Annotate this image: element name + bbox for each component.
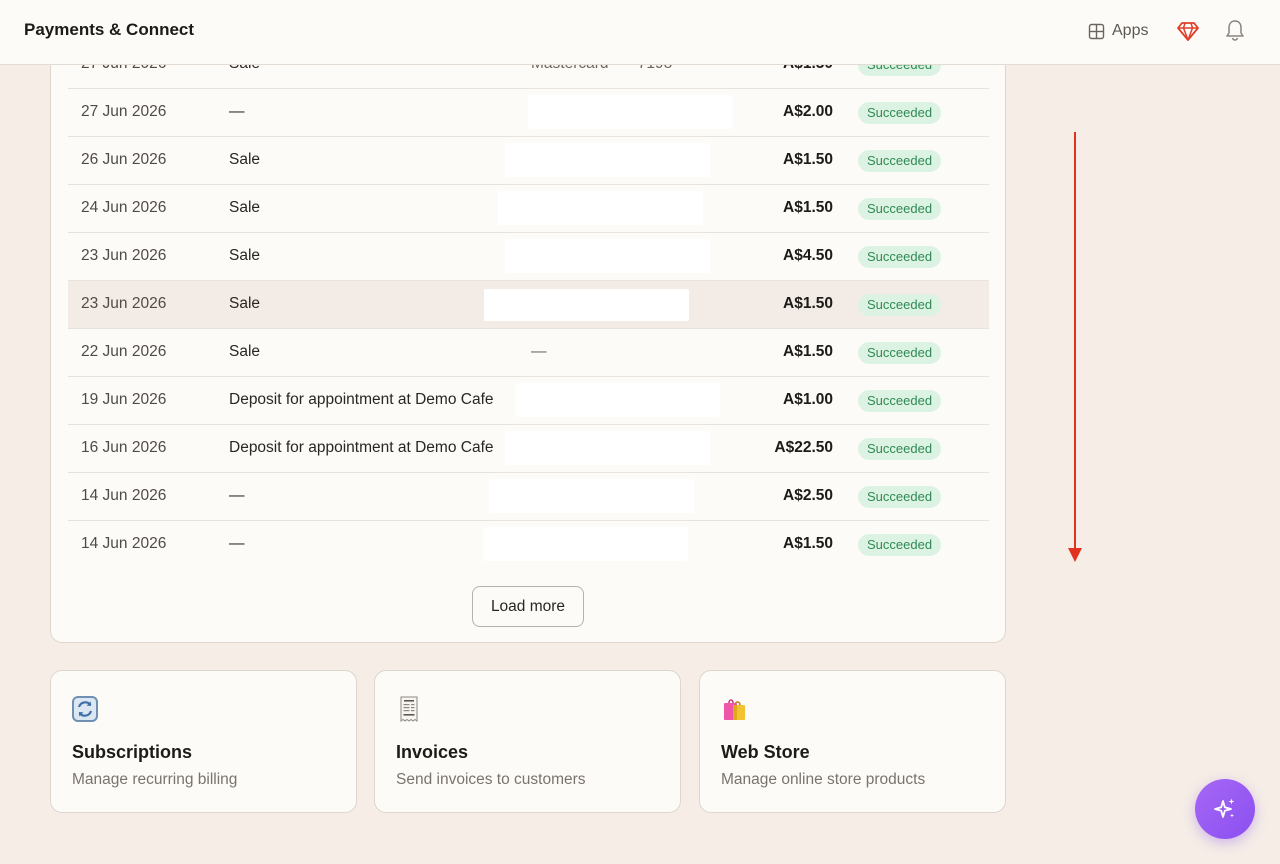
apps-label: Apps (1112, 22, 1149, 39)
transactions-table: 27 Jun 2026 Sale Mastercard ···· 7198 A$… (68, 41, 989, 569)
redacted-payment-method (489, 479, 694, 513)
status-badge: Succeeded (858, 438, 942, 460)
transaction-description: — (229, 535, 245, 552)
redacted-payment-method (505, 143, 710, 177)
status-badge: Succeeded (858, 246, 942, 268)
transaction-amount: A$1.50 (783, 199, 833, 216)
transaction-amount: A$1.50 (783, 295, 833, 312)
transaction-amount: A$1.50 (783, 343, 833, 360)
table-row[interactable]: 26 Jun 2026 Sale A$1.50 Succeeded (68, 137, 989, 185)
transaction-date: 22 Jun 2026 (81, 343, 167, 360)
transaction-date: 23 Jun 2026 (81, 247, 167, 264)
table-row[interactable]: 23 Jun 2026 Sale A$1.50 Succeeded (68, 281, 989, 329)
gem-icon[interactable] (1176, 19, 1200, 43)
feature-title: Web Store (721, 742, 810, 762)
sparkles-icon (1214, 798, 1235, 818)
payment-method: — (531, 343, 547, 360)
transaction-date: 16 Jun 2026 (81, 439, 167, 456)
redacted-payment-method (505, 431, 710, 465)
feature-description: Manage recurring billing (72, 771, 238, 788)
transaction-description: — (229, 487, 245, 504)
redacted-payment-method (484, 289, 689, 321)
grid-icon (1088, 23, 1105, 39)
status-badge: Succeeded (858, 198, 942, 220)
transaction-date: 14 Jun 2026 (81, 487, 167, 504)
subscriptions-card[interactable]: Subscriptions Manage recurring billing (50, 670, 357, 813)
transaction-description: Sale (229, 343, 261, 360)
transaction-amount: A$1.50 (783, 151, 833, 168)
transaction-description: Sale (229, 295, 261, 312)
table-row[interactable]: 14 Jun 2026 — A$1.50 Succeeded (68, 521, 989, 569)
transaction-amount: A$2.50 (783, 487, 833, 504)
table-row[interactable]: 27 Jun 2026 — A$2.00 Succeeded (68, 89, 989, 137)
transaction-amount: A$1.00 (783, 391, 833, 408)
feature-description: Manage online store products (721, 771, 926, 788)
transaction-description: Deposit for appointment at Demo Cafe (229, 391, 494, 408)
table-row[interactable]: 19 Jun 2026 Deposit for appointment at D… (68, 377, 989, 425)
transaction-amount: A$4.50 (783, 247, 833, 264)
status-badge: Succeeded (858, 102, 942, 124)
transaction-date: 14 Jun 2026 (81, 535, 167, 552)
status-badge: Succeeded (858, 342, 942, 364)
transaction-date: 27 Jun 2026 (81, 103, 167, 120)
shopping-bags-icon (724, 699, 745, 720)
transaction-amount: A$1.50 (783, 535, 833, 552)
transaction-description: — (229, 103, 245, 120)
feature-title: Invoices (396, 742, 469, 762)
table-row[interactable]: 16 Jun 2026 Deposit for appointment at D… (68, 425, 989, 473)
top-bar: Payments & Connect Apps (0, 0, 1280, 65)
transaction-description: Sale (229, 247, 261, 264)
transaction-amount: A$22.50 (774, 439, 833, 456)
bell-icon[interactable] (1224, 18, 1246, 42)
redacted-payment-method (528, 95, 733, 129)
scroll-down-arrow-icon (1068, 132, 1082, 562)
transaction-date: 19 Jun 2026 (81, 391, 167, 408)
transaction-date: 26 Jun 2026 (81, 151, 167, 168)
transactions-card: 27 Jun 2026 Sale Mastercard ···· 7198 A$… (50, 30, 1006, 643)
web-store-card[interactable]: Web Store Manage online store products (699, 670, 1006, 813)
receipt-icon (400, 696, 418, 722)
transaction-description: Deposit for appointment at Demo Cafe (229, 439, 494, 456)
transaction-date: 24 Jun 2026 (81, 199, 167, 216)
table-row[interactable]: 22 Jun 2026 Sale — A$1.50 Succeeded (68, 329, 989, 377)
redacted-payment-method (505, 239, 710, 273)
status-badge: Succeeded (858, 390, 942, 412)
status-badge: Succeeded (858, 294, 942, 316)
transaction-description: Sale (229, 199, 261, 216)
transaction-description: Sale (229, 151, 261, 168)
apps-button[interactable]: Apps (1088, 19, 1148, 43)
feature-description: Send invoices to customers (396, 771, 586, 788)
feature-title: Subscriptions (72, 742, 193, 762)
status-badge: Succeeded (858, 534, 942, 556)
invoices-card[interactable]: Invoices Send invoices to customers (374, 670, 681, 813)
transaction-date: 23 Jun 2026 (81, 295, 167, 312)
redacted-payment-method (515, 383, 720, 417)
status-badge: Succeeded (858, 150, 942, 172)
app-title: Payments & Connect (24, 20, 195, 39)
redacted-payment-method (498, 191, 703, 225)
load-more-button[interactable]: Load more (472, 586, 584, 627)
status-badge: Succeeded (858, 486, 942, 508)
table-row[interactable]: 14 Jun 2026 — A$2.50 Succeeded (68, 473, 989, 521)
ai-assistant-button[interactable] (1195, 779, 1255, 839)
transaction-amount: A$2.00 (783, 103, 833, 120)
table-row[interactable]: 23 Jun 2026 Sale A$4.50 Succeeded (68, 233, 989, 281)
refresh-arrows-icon (72, 696, 98, 722)
redacted-payment-method (483, 527, 688, 561)
table-row[interactable]: 24 Jun 2026 Sale A$1.50 Succeeded (68, 185, 989, 233)
